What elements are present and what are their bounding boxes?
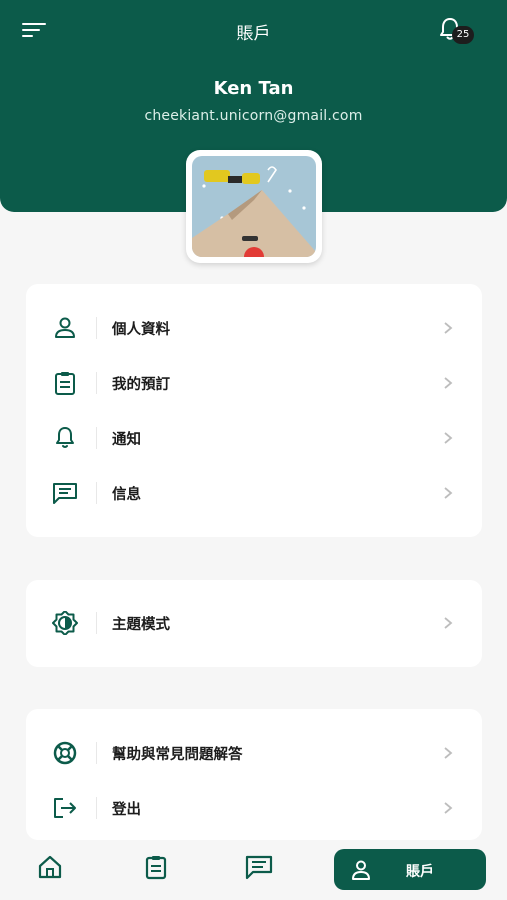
nav-bookings[interactable] [142, 854, 176, 884]
theme-menu-card: 主題模式 [26, 580, 482, 667]
notification-button[interactable]: 25 [438, 16, 474, 46]
chevron-right-icon [444, 487, 453, 499]
divider [96, 797, 97, 819]
divider [96, 372, 97, 394]
menu-item-label: 主題模式 [112, 617, 170, 633]
logout-icon [54, 798, 76, 818]
menu-item-my-bookings[interactable]: 我的預訂 [26, 355, 482, 411]
divider [96, 427, 97, 449]
avatar-photo [192, 156, 316, 257]
nav-messages[interactable] [245, 854, 279, 884]
message-icon [53, 483, 77, 504]
menu-item-theme-mode[interactable]: 主題模式 [26, 595, 482, 651]
divider [96, 317, 97, 339]
menu-item-logout[interactable]: 登出 [26, 780, 482, 836]
bottom-navigation: 賬戶 [0, 840, 507, 900]
menu-item-label: 我的預訂 [112, 377, 170, 393]
menu-item-label: 幫助與常見問題解答 [112, 747, 243, 763]
nav-account-label: 賬戶 [406, 864, 434, 880]
menu-item-label: 個人資料 [112, 322, 170, 338]
menu-item-messages[interactable]: 信息 [26, 465, 482, 521]
bell-icon [56, 427, 74, 448]
chevron-right-icon [444, 617, 453, 629]
nav-account-active[interactable]: 賬戶 [334, 849, 486, 890]
user-name: Ken Tan [213, 78, 294, 99]
chevron-right-icon [444, 747, 453, 759]
lifebuoy-icon [53, 741, 77, 765]
menu-item-notifications[interactable]: 通知 [26, 410, 482, 466]
menu-item-label: 登出 [112, 802, 141, 818]
divider [96, 482, 97, 504]
user-email: cheekiant.unicorn@gmail.com [144, 108, 363, 124]
chevron-right-icon [444, 377, 453, 389]
chevron-right-icon [444, 802, 453, 814]
clipboard-icon [55, 372, 75, 395]
menu-item-label: 信息 [112, 487, 141, 503]
menu-item-help-faq[interactable]: 幫助與常見問題解答 [26, 725, 482, 781]
menu-item-label: 通知 [112, 432, 141, 448]
brightness-icon [52, 611, 78, 635]
support-menu-card: 幫助與常見問題解答 登出 [26, 709, 482, 840]
notification-badge: 25 [452, 26, 474, 44]
nav-home[interactable] [36, 854, 70, 884]
account-menu-card: 個人資料 我的預訂 通知 信息 [26, 284, 482, 537]
menu-item-profile[interactable]: 個人資料 [26, 300, 482, 356]
person-icon [352, 860, 370, 880]
chevron-right-icon [444, 322, 453, 334]
clipboard-icon [145, 856, 167, 880]
message-icon [245, 855, 273, 880]
page-title: 賬戶 [236, 24, 271, 44]
person-icon [55, 317, 75, 338]
divider [96, 742, 97, 764]
divider [96, 612, 97, 634]
avatar[interactable] [186, 150, 322, 263]
home-icon [38, 855, 62, 879]
chevron-right-icon [444, 432, 453, 444]
